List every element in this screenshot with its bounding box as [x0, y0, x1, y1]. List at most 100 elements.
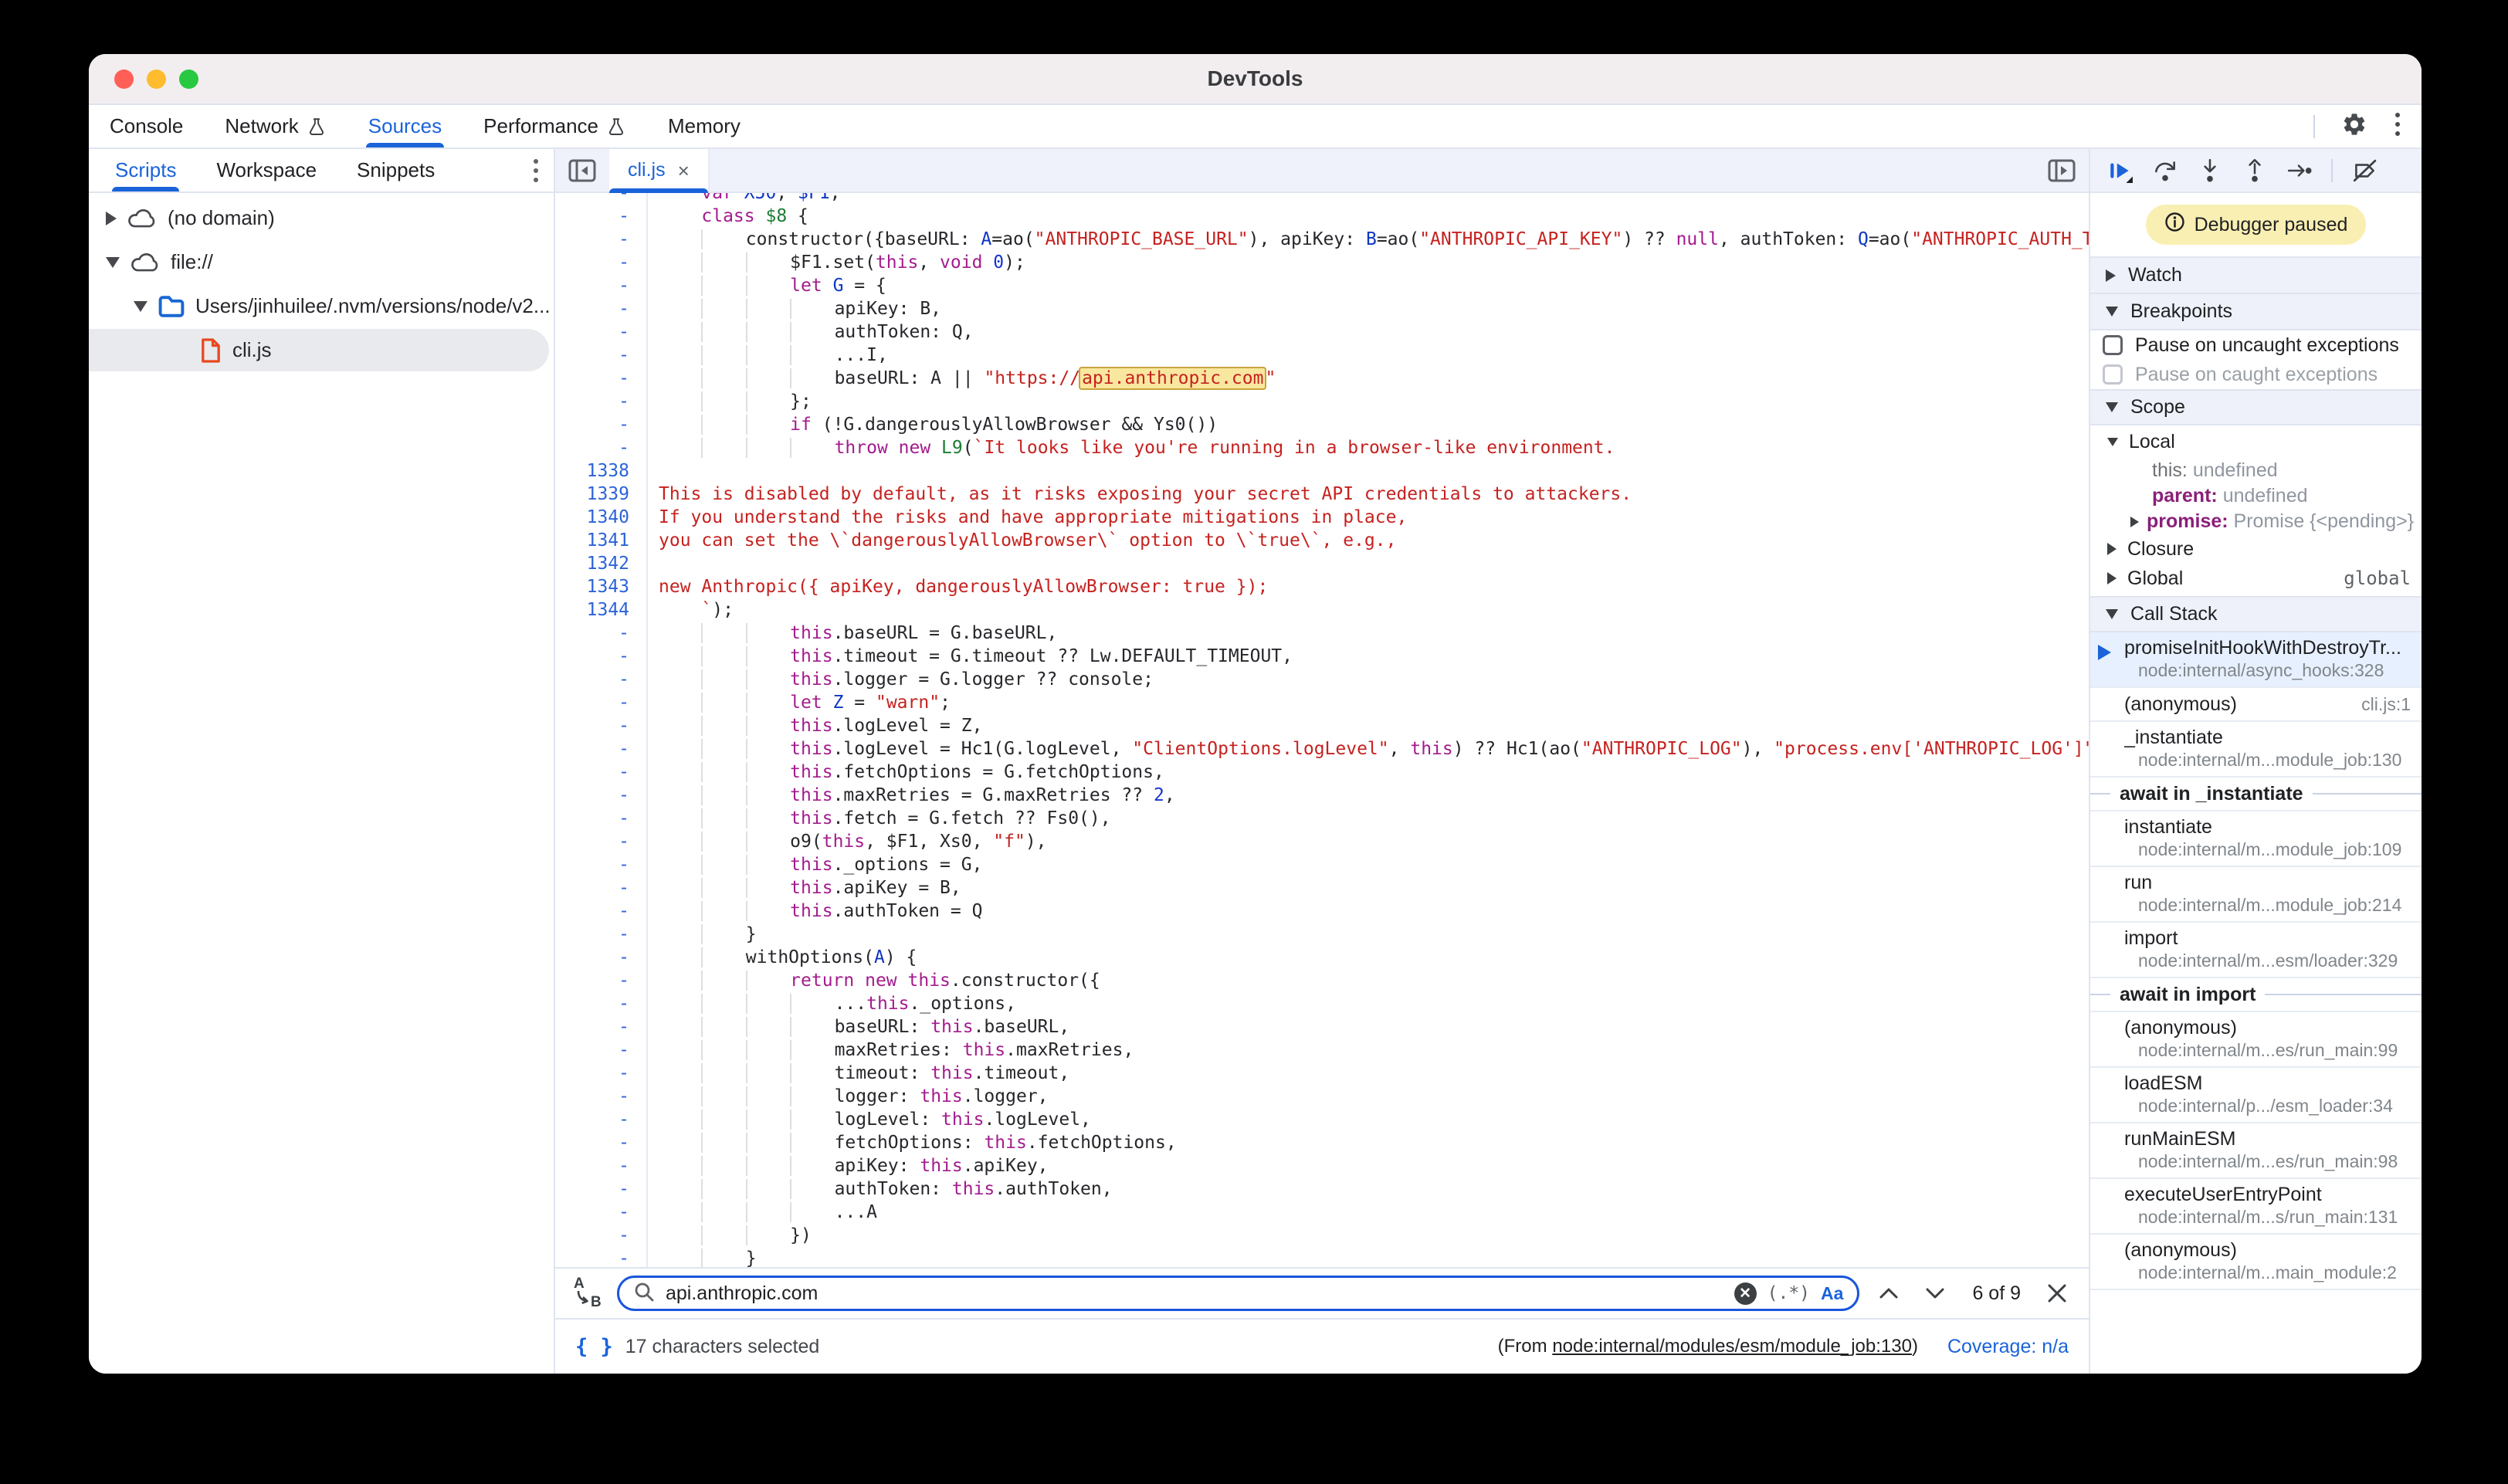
sidebar-tab-snippets[interactable]: Snippets [337, 149, 455, 191]
gutter-line-number[interactable]: - [555, 251, 648, 274]
gutter-line-number[interactable]: 1342 [555, 552, 648, 575]
navigator-kebab-menu-icon[interactable] [534, 149, 538, 191]
kebab-menu-icon[interactable] [2394, 110, 2401, 142]
tab-cli-js[interactable]: cli.js × [609, 149, 710, 191]
step-out-icon[interactable] [2242, 158, 2268, 184]
section-call-stack[interactable]: Call Stack [2090, 596, 2422, 632]
gutter-line-number[interactable]: - [555, 413, 648, 436]
step-into-icon[interactable] [2197, 158, 2223, 184]
tab-performance[interactable]: Performance [463, 105, 647, 147]
gutter-line-number[interactable]: - [555, 714, 648, 737]
gutter-line-number[interactable]: - [555, 297, 648, 320]
gutter-line-number[interactable]: 1338 [555, 459, 648, 483]
call-stack-frame[interactable]: runMainESMnode:internal/m...es/run_main:… [2090, 1123, 2422, 1179]
regex-toggle-icon[interactable]: (.*) [1767, 1283, 1810, 1303]
sidebar-tab-scripts[interactable]: Scripts [95, 149, 196, 191]
section-breakpoints[interactable]: Breakpoints [2090, 294, 2422, 330]
gutter-line-number[interactable]: 1339 [555, 483, 648, 506]
gutter-line-number[interactable]: - [555, 645, 648, 668]
call-stack-frame[interactable]: (anonymous)node:internal/m...es/run_main… [2090, 1012, 2422, 1068]
source-origin-link[interactable]: node:internal/modules/esm/module_job:130 [1552, 1336, 1912, 1357]
gutter-line-number[interactable]: - [555, 390, 648, 413]
gutter-line-number[interactable]: - [555, 1085, 648, 1108]
gutter-line-number[interactable]: - [555, 784, 648, 807]
gutter-line-number[interactable]: - [555, 876, 648, 900]
gutter-line-number[interactable]: - [555, 1108, 648, 1131]
scope-global[interactable]: Global global [2090, 564, 2422, 593]
scope-var-this[interactable]: this: undefined [2090, 458, 2422, 483]
gutter-line-number[interactable]: - [555, 691, 648, 714]
call-stack-frame[interactable]: (anonymous)node:internal/m...main_module… [2090, 1235, 2422, 1290]
tree-item--no-domain-[interactable]: (no domain) [89, 196, 554, 240]
gutter-line-number[interactable]: - [555, 1154, 648, 1177]
chevron-down-icon[interactable] [134, 301, 147, 312]
gutter-line-number[interactable]: - [555, 367, 648, 390]
gutter-line-number[interactable]: - [555, 853, 648, 876]
code-editor[interactable]: - var X50, $F1;- class $8 {- constructor… [555, 193, 2089, 1267]
tab-console[interactable]: Console [89, 105, 204, 147]
gutter-line-number[interactable]: - [555, 668, 648, 691]
gutter-line-number[interactable]: - [555, 923, 648, 946]
coverage-link[interactable]: Coverage: n/a [1947, 1336, 2069, 1358]
call-stack-frame[interactable]: promiseInitHookWithDestroyTr...node:inte… [2090, 632, 2422, 688]
gutter-line-number[interactable]: - [555, 193, 648, 205]
call-stack-frame[interactable]: _instantiatenode:internal/m...module_job… [2090, 722, 2422, 778]
gutter-line-number[interactable]: - [555, 1131, 648, 1154]
search-value[interactable]: api.anthropic.com [666, 1282, 1723, 1305]
clear-search-icon[interactable]: ✕ [1734, 1282, 1757, 1305]
pause-caught-row[interactable]: Pause on caught exceptions [2090, 360, 2422, 389]
close-search-icon[interactable] [2041, 1283, 2073, 1303]
gutter-line-number[interactable]: - [555, 1224, 648, 1247]
call-stack-frame[interactable]: (anonymous)cli.js:1 [2090, 688, 2422, 722]
call-stack-frame[interactable]: executeUserEntryPointnode:internal/m...s… [2090, 1179, 2422, 1235]
pause-uncaught-checkbox[interactable] [2103, 335, 2123, 355]
call-stack-frame[interactable]: importnode:internal/m...esm/loader:329 [2090, 923, 2422, 978]
scope-var-promise[interactable]: promise: Promise {<pending>} [2090, 509, 2422, 534]
gutter-line-number[interactable]: - [555, 900, 648, 923]
gutter-line-number[interactable]: - [555, 1247, 648, 1267]
replace-toggle-icon[interactable]: AB [571, 1274, 605, 1313]
gutter-line-number[interactable]: 1340 [555, 506, 648, 529]
gutter-line-number[interactable]: - [555, 1201, 648, 1224]
gutter-line-number[interactable]: - [555, 761, 648, 784]
gutter-line-number[interactable]: - [555, 205, 648, 228]
gutter-line-number[interactable]: - [555, 969, 648, 992]
scope-closure[interactable]: Closure [2090, 534, 2422, 564]
tab-sources[interactable]: Sources [347, 105, 463, 147]
gutter-line-number[interactable]: - [555, 807, 648, 830]
call-stack-frame[interactable]: instantiatenode:internal/m...module_job:… [2090, 811, 2422, 867]
gutter-line-number[interactable]: - [555, 737, 648, 761]
gutter-line-number[interactable]: - [555, 320, 648, 344]
sidebar-tab-workspace[interactable]: Workspace [196, 149, 337, 191]
tree-item-users-jinhuilee-nvm-versions-node-v2-[interactable]: Users/jinhuilee/.nvm/versions/node/v2... [89, 284, 554, 328]
gutter-line-number[interactable]: - [555, 436, 648, 459]
gutter-line-number[interactable]: 1344 [555, 598, 648, 622]
section-watch[interactable]: Watch [2090, 258, 2422, 294]
call-stack-frame[interactable]: runnode:internal/m...module_job:214 [2090, 867, 2422, 923]
gutter-line-number[interactable]: - [555, 1038, 648, 1062]
section-scope[interactable]: Scope [2090, 389, 2422, 425]
step-over-icon[interactable] [2152, 158, 2178, 184]
scope-local[interactable]: Local [2090, 425, 2422, 458]
tree-item-file-[interactable]: file:// [89, 240, 554, 284]
gutter-line-number[interactable]: - [555, 344, 648, 367]
pause-caught-checkbox[interactable] [2103, 364, 2123, 385]
gutter-line-number[interactable]: - [555, 830, 648, 853]
chevron-down-icon[interactable] [106, 257, 120, 268]
call-stack-frame[interactable]: loadESMnode:internal/p.../esm_loader:34 [2090, 1068, 2422, 1123]
previous-match-icon[interactable] [1872, 1286, 1906, 1301]
gutter-line-number[interactable]: - [555, 1062, 648, 1085]
close-tab-icon[interactable]: × [678, 161, 690, 181]
gutter-line-number[interactable]: - [555, 1015, 648, 1038]
search-input[interactable]: api.anthropic.com ✕ (.*) Aa [617, 1276, 1859, 1311]
gutter-line-number[interactable]: - [555, 622, 648, 645]
match-case-toggle-icon[interactable]: Aa [1821, 1283, 1843, 1304]
pause-uncaught-row[interactable]: Pause on uncaught exceptions [2090, 330, 2422, 360]
chevron-right-icon[interactable] [106, 212, 117, 225]
scope-var-parent[interactable]: parent: undefined [2090, 483, 2422, 509]
pretty-print-icon[interactable]: { } [575, 1335, 613, 1359]
gutter-line-number[interactable]: 1341 [555, 529, 648, 552]
show-debugger-sidebar-icon[interactable] [2035, 149, 2089, 191]
gutter-line-number[interactable]: 1343 [555, 575, 648, 598]
gutter-line-number[interactable]: - [555, 1177, 648, 1201]
